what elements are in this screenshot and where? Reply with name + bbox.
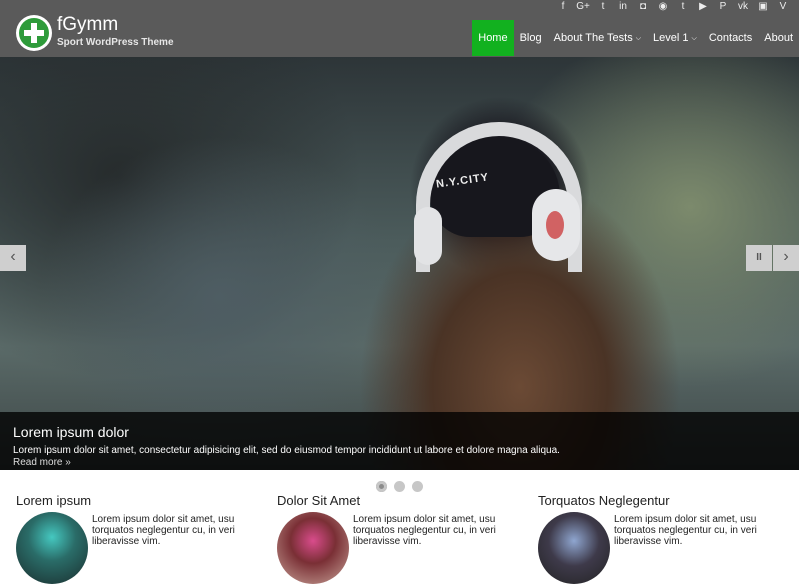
slider-dot-2[interactable] [394, 481, 405, 492]
headphone-cup-left [414, 207, 442, 265]
pinterest-icon[interactable]: P [713, 0, 733, 14]
feature-thumbnail[interactable] [538, 512, 610, 584]
social-links: f G+ t in ◘ ◉ t ▶ P vk ▣ V [553, 0, 793, 14]
chevron-down-icon: ⌵ [635, 35, 642, 42]
read-more-link[interactable]: Read more » [13, 457, 71, 468]
nav-item-level-1[interactable]: Level 1 ⌵ [647, 20, 703, 56]
instagram-icon[interactable]: ◘ [633, 0, 653, 14]
nav-item-home[interactable]: Home [472, 20, 514, 56]
logo-icon[interactable] [16, 15, 52, 51]
feature-text: Lorem ipsum dolor sit amet, usu torquato… [92, 514, 235, 547]
nav-item-about[interactable]: About [758, 20, 799, 56]
feature-thumbnail[interactable] [277, 512, 349, 584]
feature-title[interactable]: Dolor Sit Amet [277, 493, 517, 508]
feature-thumbnail[interactable] [16, 512, 88, 584]
facebook-icon[interactable]: f [553, 0, 573, 14]
headphone-cup-right [532, 189, 580, 261]
main-nav: Home Blog About The Tests ⌵ Level 1 ⌵ Cont… [472, 20, 799, 56]
linkedin-icon[interactable]: in [613, 0, 633, 14]
feature-title[interactable]: Lorem ipsum [16, 493, 256, 508]
flickr-icon[interactable]: ▣ [753, 0, 773, 14]
nav-item-blog[interactable]: Blog [514, 20, 548, 56]
nav-item-contacts[interactable]: Contacts [703, 20, 758, 56]
slider-dot-1[interactable] [376, 481, 387, 492]
hero-slider: N.Y.CITY ‹ II › Lorem ipsum dolor Lorem … [0, 57, 799, 470]
slide-caption: Lorem ipsum dolor Lorem ipsum dolor sit … [0, 412, 799, 470]
slider-prev-button[interactable]: ‹ [0, 245, 26, 271]
rss-icon[interactable]: ◉ [653, 0, 673, 14]
slide-text: Lorem ipsum dolor sit amet, consectetur … [13, 445, 560, 456]
feature-column-2: Dolor Sit Amet Lorem ipsum dolor sit ame… [277, 493, 517, 584]
feature-column-3: Torquatos Neglegentur Lorem ipsum dolor … [538, 493, 778, 584]
tumblr-icon[interactable]: t [673, 0, 693, 14]
feature-text: Lorem ipsum dolor sit amet, usu torquato… [353, 514, 496, 547]
google-plus-icon[interactable]: G+ [573, 0, 593, 14]
slider-pause-button[interactable]: II [746, 245, 772, 271]
youtube-icon[interactable]: ▶ [693, 0, 713, 14]
feature-title[interactable]: Torquatos Neglegentur [538, 493, 778, 508]
chevron-down-icon: ⌵ [691, 35, 697, 42]
slider-pagination [376, 481, 423, 492]
twitter-icon[interactable]: t [593, 0, 613, 14]
site-tagline: Sport WordPress Theme [57, 37, 174, 48]
slider-dot-3[interactable] [412, 481, 423, 492]
slider-next-button[interactable]: › [773, 245, 799, 271]
vimeo-icon[interactable]: V [773, 0, 793, 14]
vk-icon[interactable]: vk [733, 0, 753, 14]
feature-column-1: Lorem ipsum Lorem ipsum dolor sit amet, … [16, 493, 256, 584]
slide-image [0, 57, 799, 470]
slide-title: Lorem ipsum dolor [13, 424, 129, 440]
feature-text: Lorem ipsum dolor sit amet, usu torquato… [614, 514, 757, 547]
site-header: fGymm Sport WordPress Theme f G+ t in ◘ … [0, 0, 799, 57]
nav-item-about-the-tests[interactable]: About The Tests ⌵ [548, 20, 647, 56]
site-title[interactable]: fGymm [57, 14, 118, 36]
